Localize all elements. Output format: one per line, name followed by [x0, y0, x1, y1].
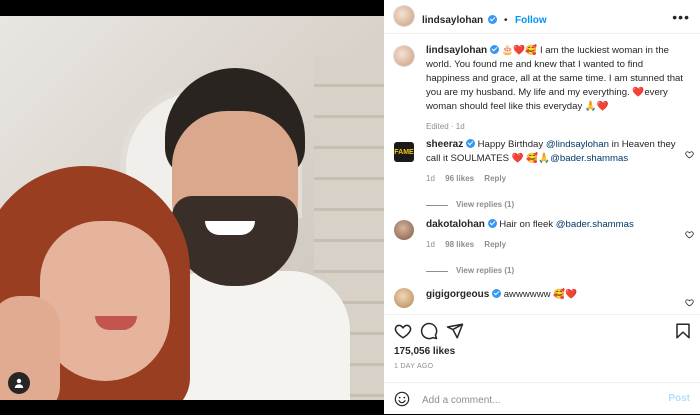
view-replies[interactable]: View replies (1): [426, 198, 676, 212]
comment-meta: 1d 98 likes Reply: [426, 238, 676, 252]
bookmark-icon[interactable]: [674, 322, 692, 340]
post-media: [0, 0, 384, 414]
man-smile: [205, 221, 255, 235]
comment: gigigorgeous awwwwww 🥰❤️: [426, 288, 676, 302]
heart-icon[interactable]: [685, 226, 694, 239]
view-replies[interactable]: View replies (1): [426, 264, 676, 278]
heart-icon[interactable]: [685, 294, 694, 307]
author-username[interactable]: lindsaylohan: [422, 15, 483, 26]
comment-likes[interactable]: 96 likes: [445, 174, 474, 183]
caption-username[interactable]: lindsaylohan: [426, 45, 487, 56]
caption-emojis: 🎂❤️🥰: [501, 45, 538, 56]
comment-text: Hair on fleek: [499, 219, 556, 230]
share-icon[interactable]: [446, 322, 464, 340]
comment-mention-2[interactable]: @bader.shammas: [550, 153, 628, 164]
comment-icon[interactable]: [420, 322, 438, 340]
caption-emojis-2: 🙏❤️: [584, 101, 609, 112]
view-replies-label[interactable]: View replies (1): [456, 198, 514, 212]
emoji-icon[interactable]: [394, 391, 410, 407]
verified-badge-icon: [492, 289, 502, 298]
post-header: lindsaylohan • Follow •••: [384, 0, 700, 34]
comment-username[interactable]: sheeraz: [426, 139, 463, 150]
comment-avatar[interactable]: [394, 288, 414, 308]
add-comment-bar: Post: [384, 382, 700, 415]
header-separator: •: [504, 15, 508, 26]
likes-count[interactable]: 175,056 likes: [394, 346, 455, 357]
comment-username[interactable]: gigigorgeous: [426, 289, 489, 300]
comment-likes[interactable]: 98 likes: [445, 240, 474, 249]
comments-list[interactable]: lindsaylohan 🎂❤️🥰 I am the luckiest woma…: [384, 34, 700, 312]
post-age: 1 DAY AGO: [394, 363, 434, 370]
verified-badge-icon: [465, 139, 475, 148]
instagram-post-modal: lindsaylohan • Follow ••• lindsaylohan 🎂…: [0, 0, 700, 414]
verified-badge-icon: [489, 45, 499, 54]
caption-meta: Edited · 1d: [426, 122, 465, 131]
verified-badge-icon: [487, 15, 497, 24]
post-button[interactable]: Post: [668, 393, 690, 404]
comment-text: awwwwww: [503, 289, 554, 300]
comment: sheeraz Happy Birthday @lindsaylohan in …: [426, 138, 676, 212]
more-options-icon[interactable]: •••: [672, 9, 690, 25]
comment: dakotalohan Hair on fleek @bader.shammas…: [426, 218, 676, 278]
reply-button[interactable]: Reply: [484, 174, 506, 183]
caption-heart: ❤️: [632, 87, 645, 98]
author-avatar[interactable]: [394, 6, 414, 26]
follow-button[interactable]: Follow: [515, 15, 547, 26]
tag-user-icon[interactable]: [8, 372, 30, 394]
reply-button[interactable]: Reply: [484, 240, 506, 249]
comment-avatar[interactable]: [394, 220, 414, 240]
view-replies-label[interactable]: View replies (1): [456, 264, 514, 278]
comment-meta: 1d 96 likes Reply: [426, 172, 676, 186]
comment-input[interactable]: [420, 389, 654, 411]
comment-age: 1d: [426, 240, 435, 249]
view-replies-line: [426, 204, 448, 206]
action-bar: [384, 314, 700, 347]
header-user: lindsaylohan • Follow: [422, 10, 547, 28]
view-replies-line: [426, 270, 448, 272]
comment-age: 1d: [426, 174, 435, 183]
comment-text: Happy Birthday: [477, 139, 546, 150]
comment-mention[interactable]: @lindsaylohan: [546, 139, 609, 150]
heart-icon[interactable]: [394, 322, 412, 340]
heart-icon[interactable]: [685, 146, 694, 159]
caption: lindsaylohan 🎂❤️🥰 I am the luckiest woma…: [426, 44, 688, 134]
verified-badge-icon: [487, 219, 497, 228]
post-side-panel: lindsaylohan • Follow ••• lindsaylohan 🎂…: [384, 0, 700, 414]
comment-avatar[interactable]: FAME: [394, 142, 414, 162]
comment-emojis: ❤️ 🥰🙏: [511, 153, 551, 164]
comment-emojis: 🥰❤️: [553, 289, 578, 300]
post-photo[interactable]: [0, 16, 384, 400]
caption-avatar[interactable]: [394, 46, 414, 66]
comment-username[interactable]: dakotalohan: [426, 219, 485, 230]
comment-mention[interactable]: @bader.shammas: [556, 219, 634, 230]
